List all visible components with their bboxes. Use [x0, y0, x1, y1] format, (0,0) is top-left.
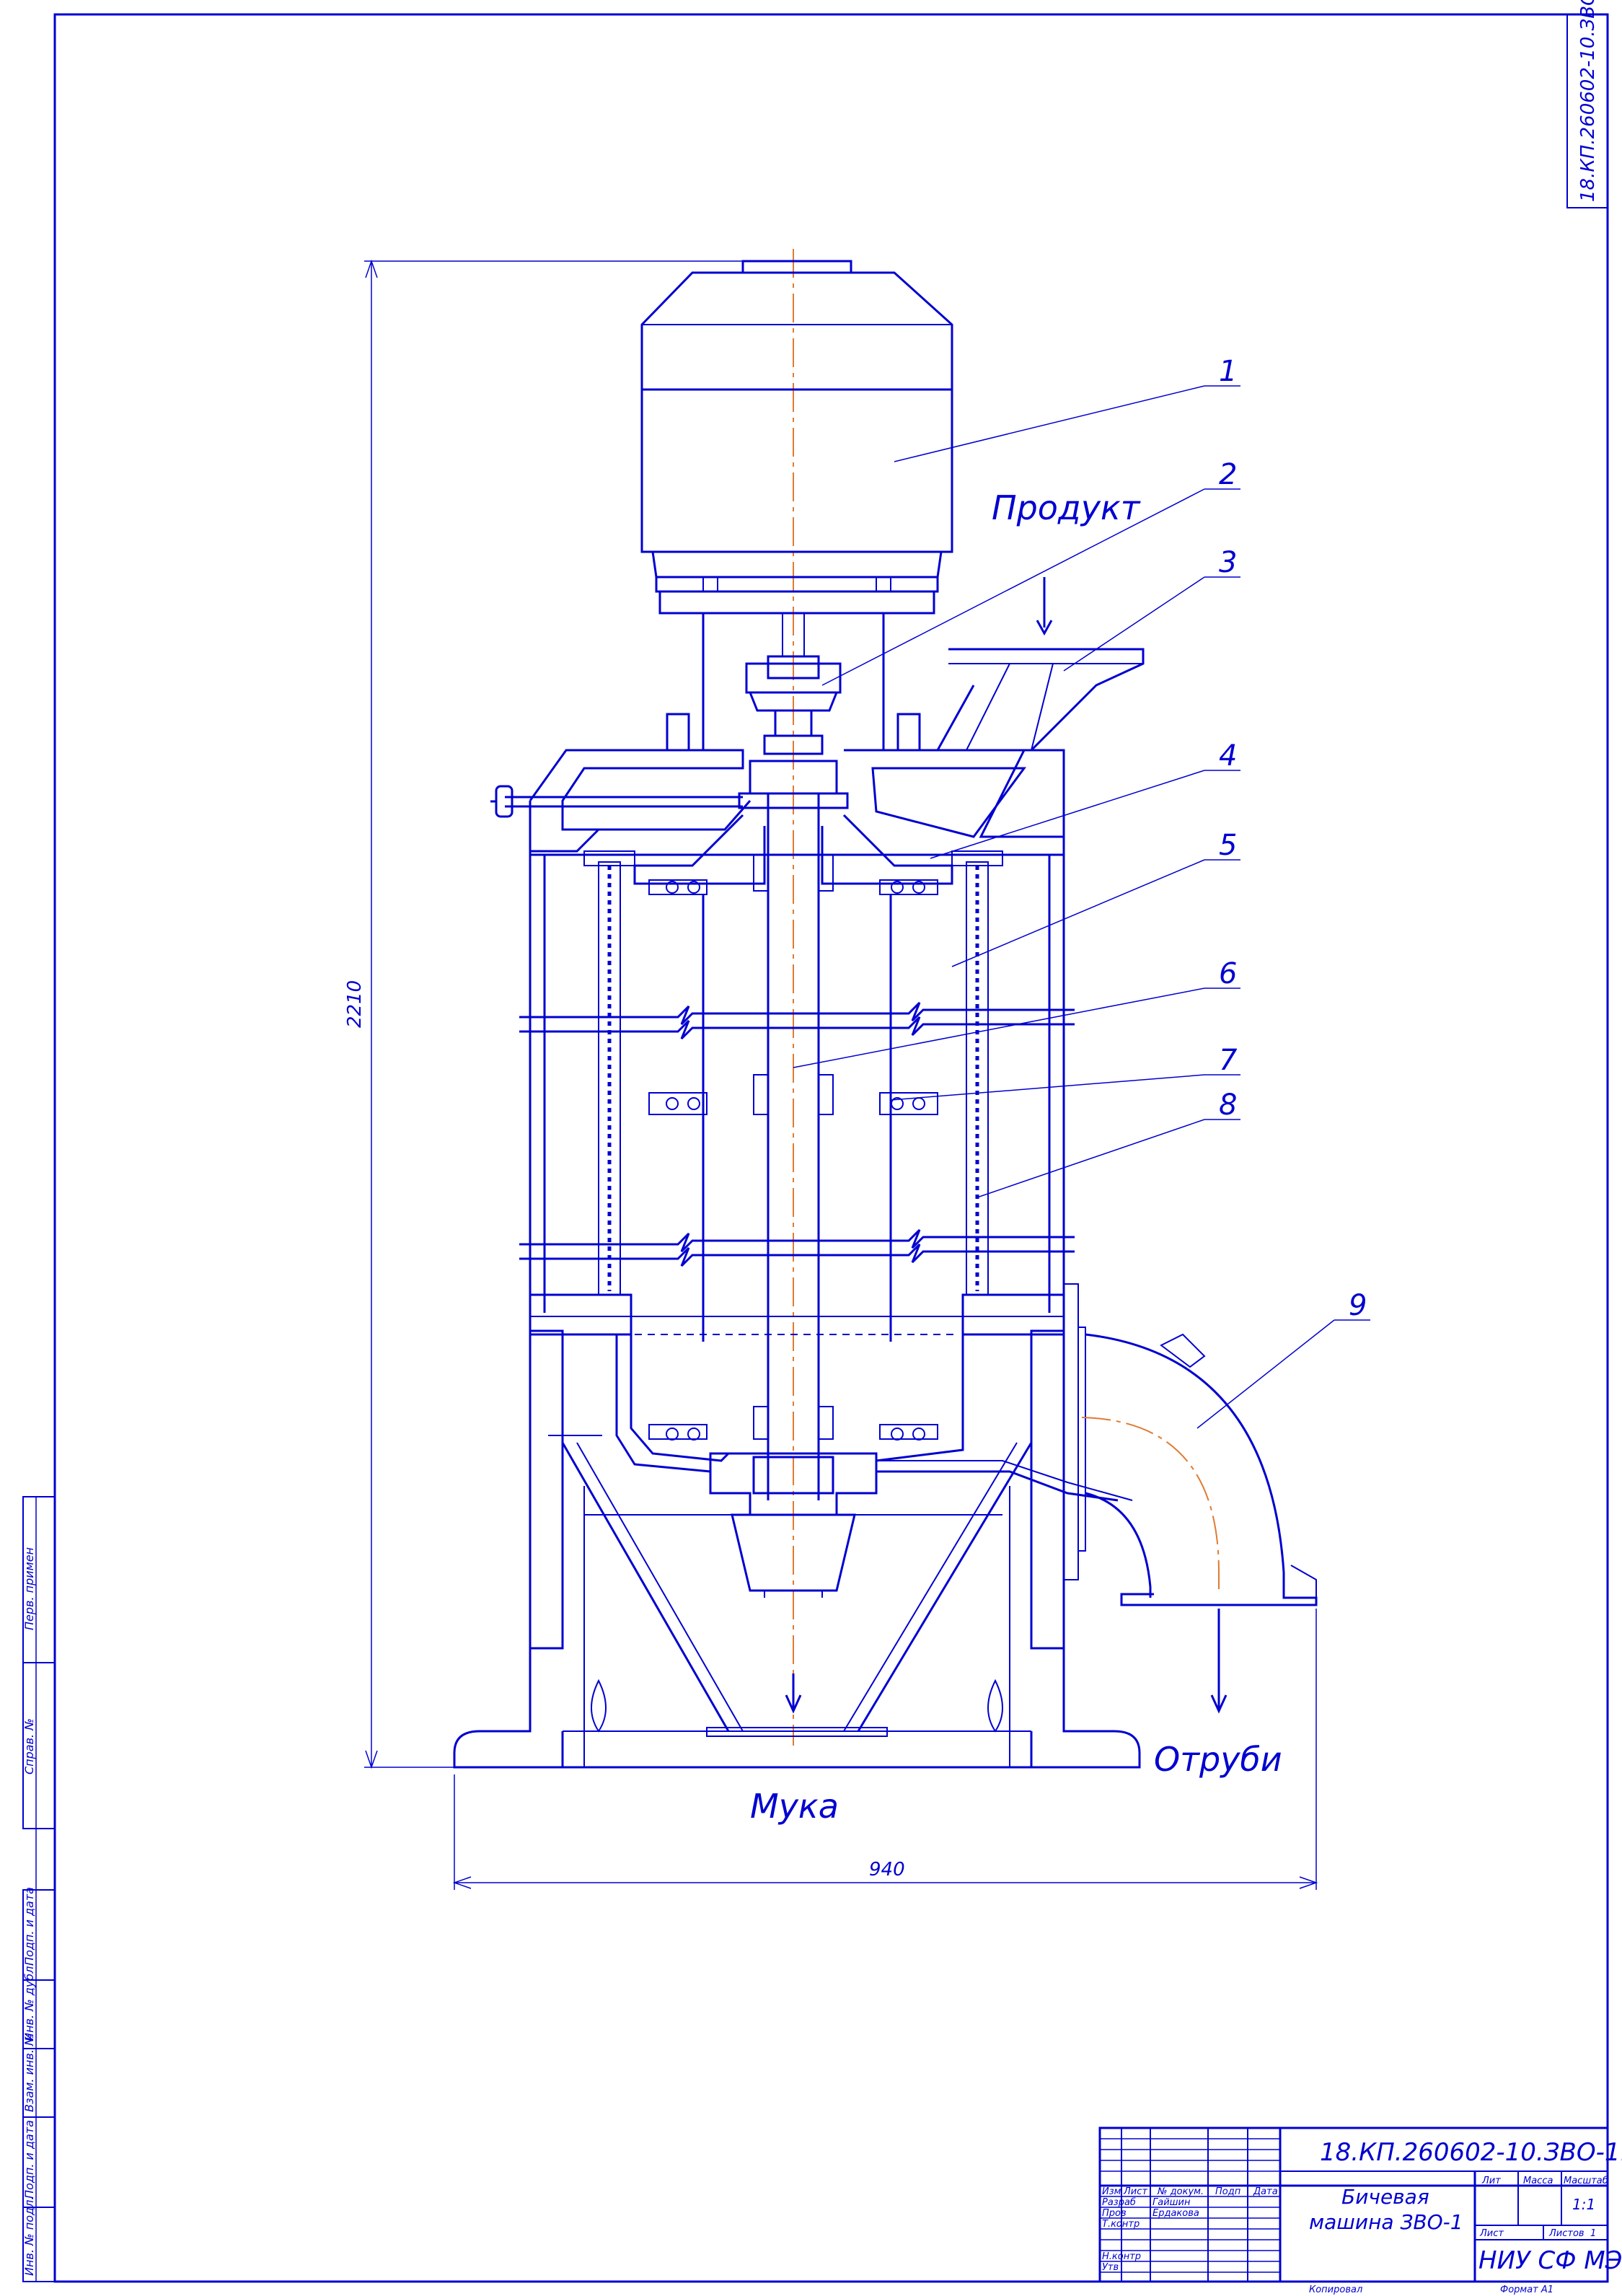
stamp-org: НИУ СФ МЭИ — [1478, 2246, 1622, 2275]
side-label-podp-data-2: Подп. и дата — [22, 2120, 36, 2199]
stamp-tkontr: Т.контр — [1102, 2219, 1140, 2230]
lower-housing — [453, 1293, 1141, 1769]
stamp-col-doc: № докум. — [1157, 2186, 1204, 2197]
stamp-name-line1: Бичевая — [1341, 2185, 1429, 2209]
flow-label-bran: Отруби — [1154, 1740, 1282, 1779]
flow-label-product: Продукт — [992, 488, 1141, 527]
stamp-prov-name: Ердакова — [1152, 2208, 1199, 2219]
stamp-razrab: Разраб — [1102, 2197, 1136, 2208]
callout-4: 4 — [1219, 739, 1237, 773]
rotor-bolts — [666, 881, 925, 1441]
side-label-podp-data-1: Подп. и дата — [22, 1887, 36, 1966]
stamp-col-date: Дата — [1253, 2186, 1278, 2197]
stamp-lit-header: Лит — [1481, 2176, 1501, 2186]
callout-leaders — [793, 385, 1370, 1429]
stamp-col-sign: Подп — [1215, 2186, 1241, 2197]
side-label-sprav: Справ. № — [22, 1718, 36, 1774]
stamp-prov: Пров — [1102, 2208, 1127, 2219]
stamp-utv: Утв — [1102, 2262, 1119, 2273]
stamp-mass-header: Масса — [1523, 2176, 1553, 2186]
flour-arrow — [785, 1673, 802, 1714]
flow-label-flour: Мука — [750, 1787, 839, 1826]
stamp-nkontr: Н.контр — [1102, 2251, 1141, 2262]
callout-6: 6 — [1219, 957, 1237, 990]
title-block: 18.КП.260602-10.ЗВО-1.001 Бичевая машина… — [1098, 2126, 1622, 2283]
upper-housing — [490, 749, 1065, 856]
outer-walls — [519, 837, 1075, 1313]
stamp-col-list: Лист — [1123, 2186, 1147, 2197]
stamp-col-izm: Изм — [1102, 2186, 1121, 2197]
stamp-copied: Копировал — [1309, 2284, 1362, 2295]
callout-numbers: 1 2 3 4 5 6 7 8 9 — [1219, 355, 1367, 1322]
height-dimension: 2210 — [344, 980, 366, 1028]
side-label-inv-dubl: Инв. № дубл. — [22, 1963, 36, 2041]
side-label-vzam-inv: Взам. инв. № — [22, 2033, 36, 2112]
stamp-razrab-name: Гайшин — [1152, 2197, 1191, 2208]
callout-9: 9 — [1349, 1289, 1367, 1322]
callout-7: 7 — [1219, 1044, 1238, 1077]
callout-1: 1 — [1219, 355, 1237, 388]
callout-5: 5 — [1219, 829, 1237, 862]
assembly-drawing: Перв. примен Справ. № Подп. и дата Инв. … — [22, 0, 1622, 2295]
drawing-frame — [22, 13, 1609, 2283]
stamp-designation: 18.КП.260602-10.ЗВО-1.001 — [1320, 2138, 1622, 2167]
stamp-sheet-label: Лист — [1479, 2228, 1504, 2239]
stamp-scale-header: Масштаб — [1564, 2176, 1608, 2186]
stamp-name-line2: машина ЗВО-1 — [1309, 2210, 1463, 2234]
side-label-inv-podl: Инв. № подл. — [22, 2196, 36, 2276]
callout-2: 2 — [1219, 458, 1237, 491]
stamp-format: Формат А1 — [1500, 2284, 1553, 2295]
stamp-sheets-value: 1 — [1590, 2228, 1596, 2239]
motor — [640, 260, 953, 615]
callout-8: 8 — [1219, 1088, 1237, 1122]
hopper — [935, 577, 1145, 752]
side-label-perv-primen: Перв. примен — [22, 1547, 36, 1630]
side-labels: Перв. примен Справ. № Подп. и дата Инв. … — [22, 0, 1599, 2276]
callout-3: 3 — [1219, 546, 1237, 579]
stamp-scale: 1:1 — [1572, 2196, 1595, 2213]
corner-code-text: 18.КП.260602-10.ЗВО-1.001 — [1577, 0, 1599, 202]
width-dimension: 940 — [869, 1859, 905, 1881]
stamp-sheets-label: Листов — [1548, 2228, 1584, 2239]
